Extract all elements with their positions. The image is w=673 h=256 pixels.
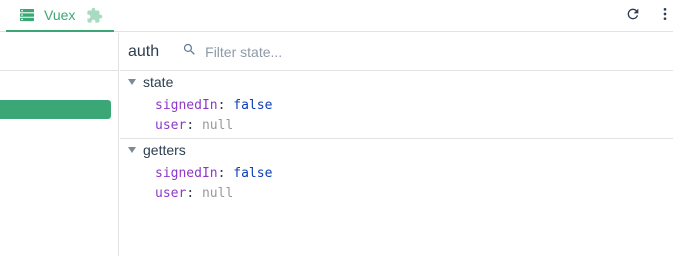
module-name: auth [128,42,160,60]
module-list-header [0,33,119,71]
filter-state-input[interactable] [205,43,406,60]
state-key: signedIn [155,98,218,113]
state-value: false [233,98,273,113]
refresh-icon [625,6,641,27]
getter-key: user [155,186,187,201]
state-inspector-pane: auth state signedIn: false user: null [120,33,673,256]
more-vert-icon [657,6,673,27]
getters-section-toggle[interactable]: getters [120,140,673,160]
state-section-toggle[interactable]: state [120,72,673,92]
inspector-header: auth [120,33,673,71]
module-item-selected[interactable] [0,100,111,119]
section-title: state [143,74,174,90]
state-row-user[interactable]: user: null [120,116,673,136]
database-icon [19,7,35,23]
getter-value: false [233,166,273,181]
puzzle-icon [86,7,103,24]
getters-section: getters signedIn: false user: null [120,140,673,204]
devtools-top-bar: Vuex [0,0,673,32]
caret-down-icon [128,79,136,85]
tab-label: Vuex [44,7,76,23]
section-title: getters [143,142,186,158]
getter-row-user[interactable]: user: null [120,184,673,204]
state-section: state signedIn: false user: null [120,72,673,136]
state-key: user [155,118,187,133]
filter-state [182,42,406,62]
section-divider [120,138,673,139]
getter-key: signedIn [155,166,218,181]
caret-down-icon [128,147,136,153]
getter-value: null [201,186,234,201]
module-list-pane [0,33,119,256]
search-icon [182,42,197,62]
state-row-signedin[interactable]: signedIn: false [120,96,673,116]
tab-vuex[interactable]: Vuex [6,0,114,32]
more-options-button[interactable] [656,7,673,25]
getter-row-signedin[interactable]: signedIn: false [120,164,673,184]
state-value: null [201,118,234,133]
refresh-button[interactable] [624,7,642,25]
